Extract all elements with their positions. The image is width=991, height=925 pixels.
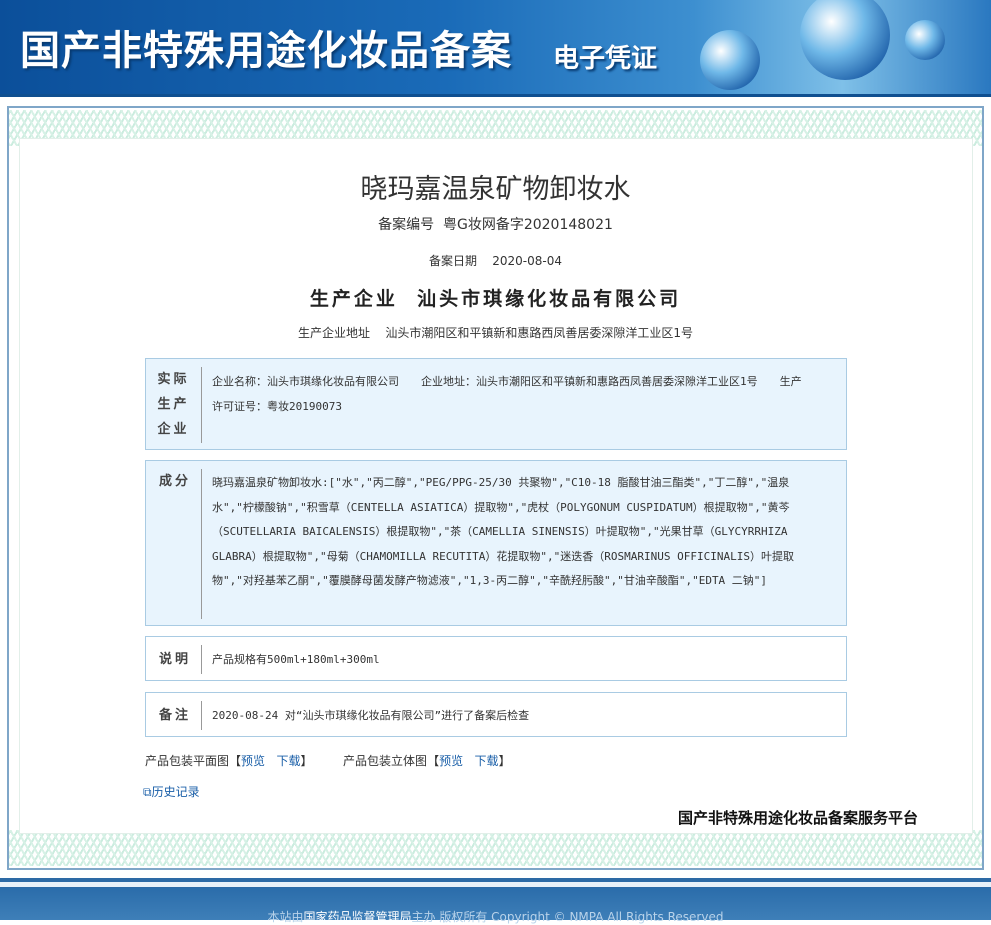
addr-value: 汕头市潮阳区和平镇新和惠路西凤善居委深隙洋工业区1号	[385, 326, 693, 340]
reg-value: 粤G妆网备字2020148021	[442, 217, 613, 233]
footer-copyright: 主办 版权所有 Copyright © NMPA All Rights Rese…	[411, 910, 724, 924]
maker-value: 汕头市琪缘化妆品有限公司	[417, 288, 682, 310]
header-banner: 国产非特殊用途化妆品备案 电子凭证	[0, 0, 991, 97]
remark-text: 2020-08-24 对“汕头市琪缘化妆品有限公司”进行了备案后检查	[212, 709, 530, 722]
footer-prefix: 本站由	[267, 910, 304, 924]
company-address: 企业地址：汕头市潮阳区和平镇新和惠路西凤善居委深隙洋工业区1号	[421, 375, 758, 388]
registration-number: 备案编号 粤G妆网备字2020148021	[0, 214, 991, 234]
section-label: 实际生产企业	[146, 367, 202, 443]
footer-org-link[interactable]: 国家药品监督管理局	[304, 910, 412, 924]
company-name: 企业名称：汕头市琪缘化妆品有限公司	[212, 375, 399, 388]
flat-download-link[interactable]: 下载	[277, 754, 301, 768]
manufacturer: 生产企业 汕头市琪缘化妆品有限公司	[0, 284, 991, 311]
section-label: 说明	[146, 645, 202, 674]
footer-stripe	[0, 882, 991, 888]
footer: 本站由国家药品监督管理局主办 版权所有 Copyright © NMPA All…	[0, 878, 991, 924]
molecule-decoration	[800, 0, 890, 80]
note-section: 说明 产品规格有500ml+180ml+300ml	[145, 636, 847, 681]
date-value: 2020-08-04	[492, 254, 563, 268]
banner-subtitle: 电子凭证	[553, 44, 658, 74]
flat-image-label: 产品包装平面图	[145, 754, 230, 768]
section-label: 备注	[146, 701, 202, 730]
addr-label: 生产企业地址	[298, 326, 371, 340]
history-link[interactable]: 历史记录	[152, 785, 200, 799]
banner-title: 国产非特殊用途化妆品备案	[20, 27, 512, 74]
section-value: 企业名称：汕头市琪缘化妆品有限公司 企业地址：汕头市潮阳区和平镇新和惠路西凤善居委…	[212, 369, 806, 419]
registration-date: 备案日期 2020-08-04	[0, 252, 991, 269]
reg-label: 备案编号	[378, 217, 435, 233]
section-label: 成分	[146, 469, 202, 619]
history-link-row: ⧉历史记录	[143, 783, 200, 800]
note-text: 产品规格有500ml+180ml+300ml	[212, 653, 380, 666]
manufacturer-address: 生产企业地址 汕头市潮阳区和平镇新和惠路西凤善居委深隙洋工业区1号	[0, 324, 991, 341]
ingredients-section: 成分 晓玛嘉温泉矿物卸妆水:["水","丙二醇","PEG/PPG-25/30 …	[145, 460, 847, 626]
platform-name: 国产非特殊用途化妆品备案服务平台	[678, 809, 919, 827]
maker-label: 生产企业	[309, 288, 398, 310]
molecule-decoration	[905, 20, 945, 60]
product-name: 晓玛嘉温泉矿物卸妆水	[360, 174, 631, 205]
actual-manufacturer-section: 实际生产企业 企业名称：汕头市琪缘化妆品有限公司 企业地址：汕头市潮阳区和平镇新和…	[145, 358, 847, 450]
solid-download-link[interactable]: 下载	[475, 754, 499, 768]
date-label: 备案日期	[428, 254, 477, 268]
wave-pattern-bottom	[9, 830, 982, 866]
ingredients-text: 晓玛嘉温泉矿物卸妆水:["水","丙二醇","PEG/PPG-25/30 共聚物…	[212, 476, 794, 587]
flat-preview-link[interactable]: 预览	[241, 754, 265, 768]
footer-text: 本站由国家药品监督管理局主办 版权所有 Copyright © NMPA All…	[0, 908, 991, 925]
history-icon: ⧉	[143, 785, 152, 799]
solid-preview-link[interactable]: 预览	[439, 754, 463, 768]
solid-image-label: 产品包装立体图	[343, 754, 428, 768]
remark-section: 备注 2020-08-24 对“汕头市琪缘化妆品有限公司”进行了备案后检查	[145, 692, 847, 737]
package-links: 产品包装平面图【预览 下载】 产品包装立体图【预览 下载】	[145, 754, 511, 768]
molecule-decoration	[700, 30, 760, 90]
